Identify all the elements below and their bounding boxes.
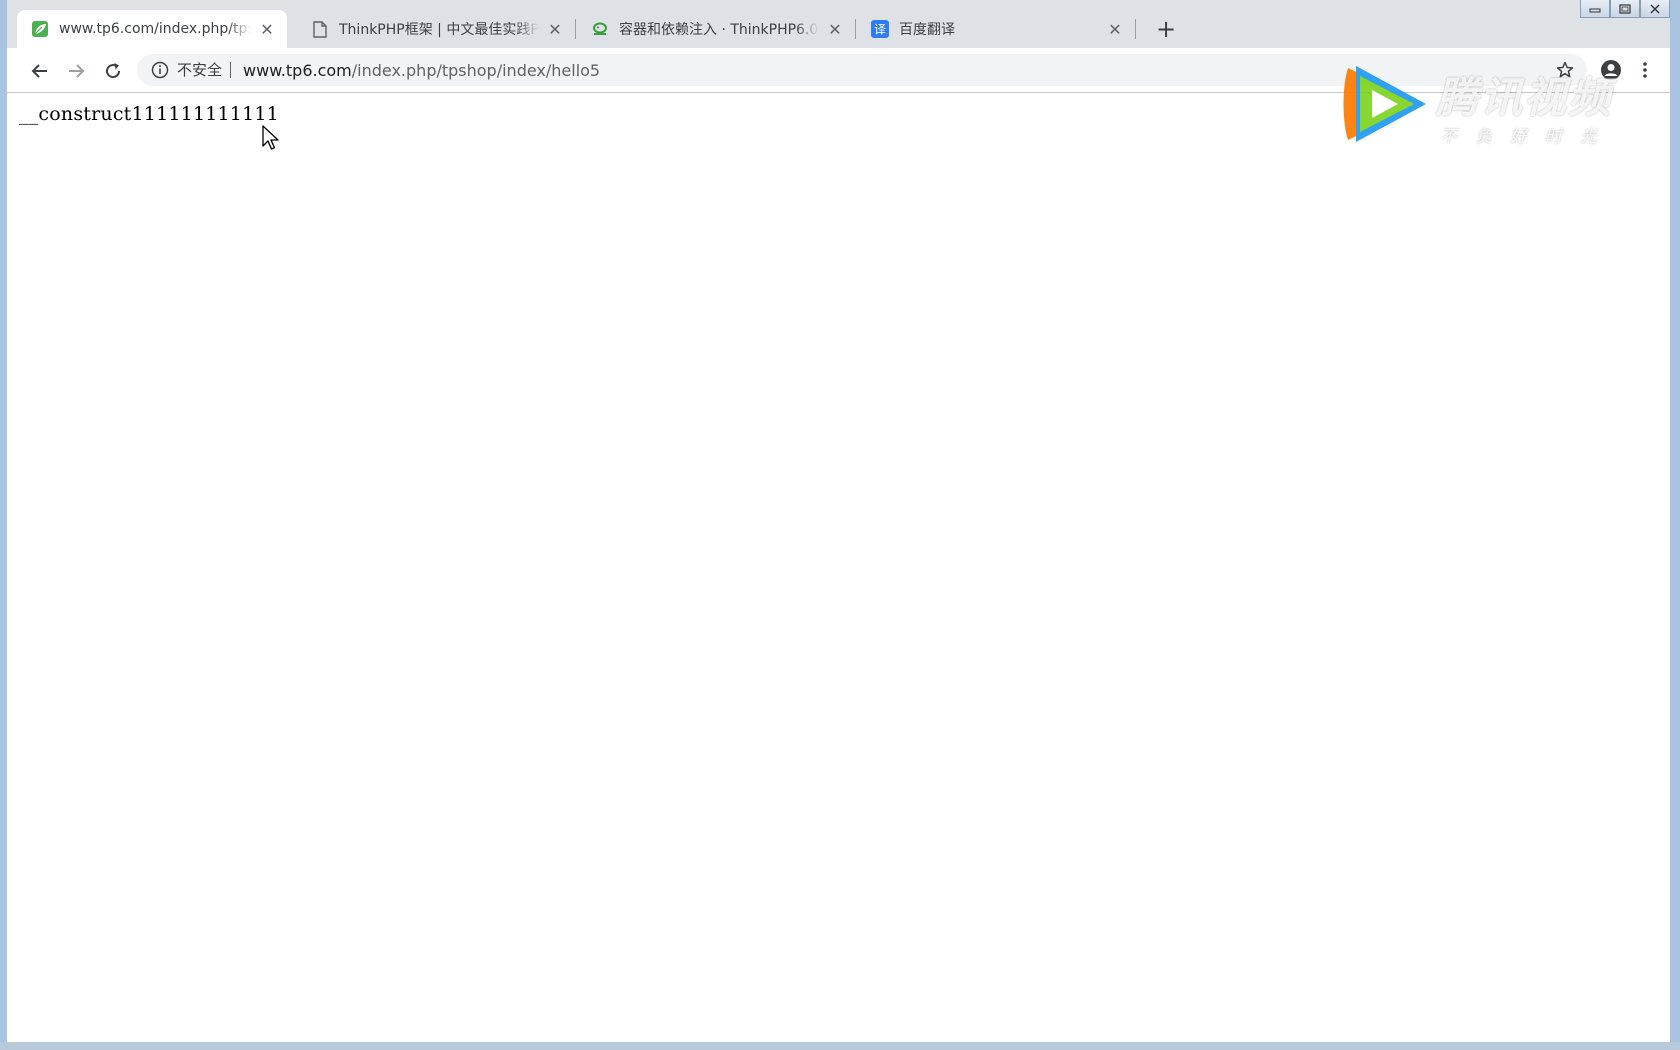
page-content: __construct111111111111 (7, 93, 1670, 1042)
more-menu-icon[interactable] (1635, 56, 1655, 84)
forward-button[interactable] (61, 56, 91, 86)
back-button[interactable] (25, 56, 55, 86)
url-path: /index.php/tpshop/index/hello5 (351, 60, 601, 80)
browser-window: www.tp6.com/index.php/tpshop/index/hello… (0, 0, 1680, 1050)
tab-title: ThinkPHP框架 | 中文最佳实践PHP框架 (339, 22, 539, 38)
mouse-cursor-icon (262, 125, 279, 150)
window-frame-left (0, 0, 7, 1050)
tab-baidu-translate[interactable]: 译 百度翻译 ✕ (857, 10, 1135, 48)
tab-close-icon[interactable]: ✕ (257, 19, 277, 39)
tab-thinkphp-framework[interactable]: ThinkPHP框架 | 中文最佳实践PHP框架 ✕ (297, 10, 575, 48)
minimize-button[interactable] (1580, 0, 1610, 18)
tab-container-di-manual[interactable]: 容器和依赖注入 · ThinkPHP6.0完全开发手册 ✕ (577, 10, 855, 48)
url-host: www.tp6.com (243, 60, 352, 80)
arrow-left-icon (31, 64, 47, 78)
tab-title: 百度翻译 (899, 22, 955, 38)
window-controls (1580, 0, 1670, 20)
baidu-translate-icon: 译 (871, 20, 889, 38)
security-label[interactable]: 不安全 (177, 62, 232, 78)
window-frame-right (1670, 0, 1680, 1050)
window-frame-bottom (0, 1042, 1680, 1050)
tab-tp6-hello5[interactable]: www.tp6.com/index.php/tpshop/index/hello… (17, 10, 287, 48)
green-bird-icon (591, 20, 609, 38)
tab-separator (855, 19, 856, 39)
tab-title: 容器和依赖注入 · ThinkPHP6.0完全开发手册 (619, 22, 819, 38)
tab-close-icon[interactable]: ✕ (545, 19, 565, 39)
watermark-slogan: 不负好时光 (1440, 127, 1615, 147)
php-output-text: __construct111111111111 (19, 103, 279, 125)
tab-separator (1135, 19, 1136, 39)
reload-button[interactable] (98, 56, 128, 86)
url-text[interactable]: www.tp6.com/index.php/tpshop/index/hello… (243, 61, 600, 80)
tencent-video-watermark: 腾讯视频 不负好时光 (1340, 62, 1630, 152)
tab-strip: www.tp6.com/index.php/tpshop/index/hello… (7, 0, 1670, 48)
green-leaf-icon (31, 20, 49, 38)
tab-separator (575, 19, 576, 39)
tencent-video-logo-icon (1343, 66, 1426, 142)
new-tab-button[interactable]: + (1153, 15, 1179, 43)
arrow-right-icon (69, 64, 85, 78)
tab-close-icon[interactable]: ✕ (825, 19, 845, 39)
tab-close-icon[interactable]: ✕ (1105, 19, 1125, 39)
document-icon (311, 20, 329, 38)
watermark-brand: 腾讯视频 (1436, 73, 1613, 122)
svg-text:译: 译 (874, 23, 886, 37)
maximize-button[interactable] (1610, 0, 1640, 18)
reload-icon (106, 63, 121, 79)
close-window-button[interactable] (1640, 0, 1670, 18)
info-icon[interactable] (151, 61, 169, 79)
tab-title: www.tp6.com/index.php/tpshop/index/hello… (59, 21, 251, 37)
